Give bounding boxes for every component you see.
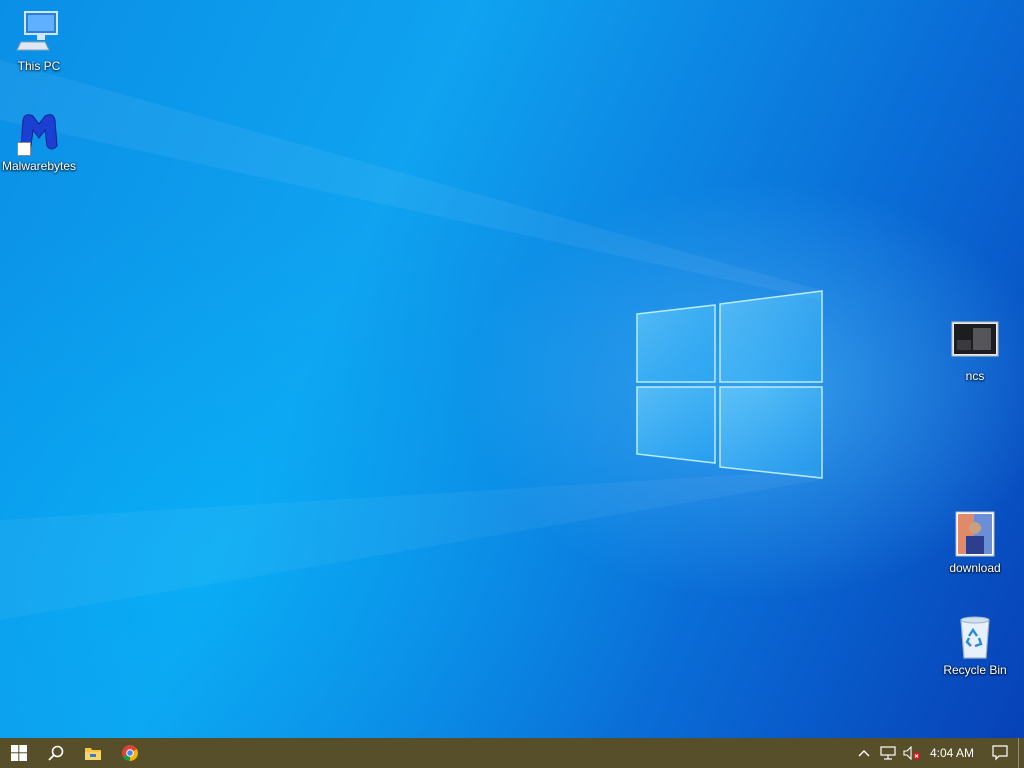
network-button[interactable] [876,738,900,768]
shortcut-arrow-icon [17,142,31,156]
system-tray: 4:04 AM [852,738,1024,768]
show-hidden-icons-button[interactable] [852,738,876,768]
desktop-icon-download[interactable]: download [936,510,1014,575]
image-file-icon [951,510,999,558]
desktop[interactable]: This PC Malwarebytes ncs download Recycl… [0,0,1024,738]
show-desktop-button[interactable] [1018,738,1024,768]
chevron-up-icon [858,750,870,757]
network-icon [880,746,896,760]
desktop-icon-label: download [949,561,1001,575]
chrome-icon [121,745,138,761]
desktop-icon-label: Recycle Bin [943,663,1007,677]
search-button[interactable] [37,738,74,768]
desktop-icon-label: ncs [965,369,985,383]
search-icon [47,745,63,761]
windows-logo-icon [10,745,27,761]
volume-button[interactable] [900,738,924,768]
action-center-icon [992,745,1008,761]
wallpaper [0,60,823,620]
taskbar: 4:04 AM [0,738,1024,768]
clock[interactable]: 4:04 AM [924,746,982,760]
volume-muted-icon [903,746,920,760]
image-file-icon [951,318,999,366]
desktop-icon-malwarebytes[interactable]: Malwarebytes [0,108,78,173]
folder-icon [84,748,101,760]
desktop-icon-label: This PC [17,59,61,73]
recycle-bin-icon [951,612,999,660]
desktop-icon-this-pc[interactable]: This PC [0,8,78,73]
chrome-button[interactable] [111,738,148,768]
file-explorer-button[interactable] [74,738,111,768]
desktop-icon-ncs[interactable]: ncs [936,318,1014,383]
action-center-button[interactable] [982,738,1018,768]
this-pc-icon [15,8,63,56]
desktop-icon-label: Malwarebytes [1,159,77,173]
malwarebytes-icon [15,108,63,156]
desktop-icon-recycle-bin[interactable]: Recycle Bin [936,612,1014,677]
start-button[interactable] [0,738,37,768]
